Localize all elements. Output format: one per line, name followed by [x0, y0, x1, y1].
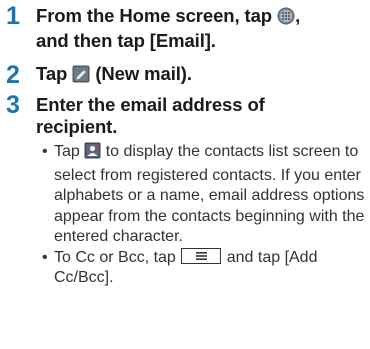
step-heading: Enter the email address of recipient.	[36, 94, 366, 138]
contacts-icon	[84, 142, 101, 166]
step-3: 3 Enter the email address of recipient. …	[0, 90, 370, 349]
step-1: 1 From the Home screen, tap , and then t…	[0, 4, 370, 54]
menu-key-icon	[181, 247, 222, 264]
step-heading: From the Home screen, tap , and then tap…	[36, 5, 366, 52]
step-text-part: Tap	[36, 63, 68, 84]
step-text-part: From the Home screen, tap	[36, 5, 273, 26]
step-number: 1	[6, 2, 20, 30]
step-number: 3	[6, 91, 20, 119]
bullet-text-part: Tap	[54, 143, 80, 160]
bullet-dot: •	[42, 143, 48, 160]
step-heading: Tap (New mail).	[36, 63, 366, 88]
step-text-part: and then tap [Email].	[36, 30, 216, 51]
step-text-part: recipient.	[36, 116, 118, 137]
new-mail-icon	[72, 65, 90, 88]
step-3-bullets: • Tap to display the contacts list scree…	[40, 142, 368, 289]
app-drawer-icon	[277, 7, 295, 30]
bullet-text-part: to display the contacts list screen to s…	[54, 143, 365, 245]
step-text-part: (New mail).	[95, 63, 192, 84]
bullet-item: • To Cc or Bcc, tap and tap [Add Cc/Bcc]…	[40, 247, 368, 289]
bullet-text-part: To Cc or Bcc, tap	[54, 248, 176, 266]
step-text-part: ,	[295, 5, 301, 26]
step-text-part: Enter the email address of	[36, 94, 265, 115]
bullet-item: • Tap to display the contacts list scree…	[40, 142, 368, 248]
manual-page: 1 From the Home screen, tap , and then t…	[0, 0, 370, 349]
step-2: 2 Tap (New mail).	[0, 62, 370, 88]
step-number: 2	[6, 61, 20, 89]
bullet-dot: •	[42, 248, 48, 266]
